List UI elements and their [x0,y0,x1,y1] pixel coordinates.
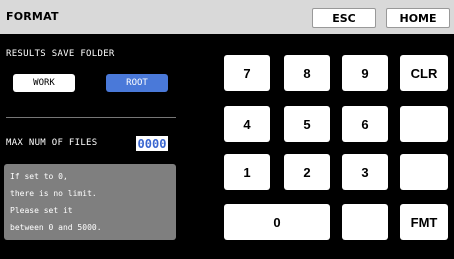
page-title: FORMAT [6,10,59,23]
blank-key[interactable] [342,204,388,240]
key-0[interactable]: 0 [224,204,330,240]
key-1[interactable]: 1 [224,154,270,190]
info-box: If set to 0, there is no limit. Please s… [4,164,176,240]
esc-button[interactable]: ESC [312,8,376,28]
divider [6,117,176,118]
info-line: between 0 and 5000. [10,223,102,232]
max-num-files-label: MAX NUM OF FILES [6,138,98,148]
info-line: there is no limit. [10,189,97,198]
info-line: If set to 0, [10,172,68,181]
results-save-folder-label: RESULTS SAVE FOLDER [6,49,115,59]
work-folder-button[interactable]: WORK [13,74,75,92]
key-3[interactable]: 3 [342,154,388,190]
max-num-files-field[interactable]: 0000 [136,136,168,151]
key-8[interactable]: 8 [284,55,330,91]
key-9[interactable]: 9 [342,55,388,91]
key-2[interactable]: 2 [284,154,330,190]
blank-key[interactable] [400,154,448,190]
info-line: Please set it [10,206,73,215]
key-4[interactable]: 4 [224,106,270,142]
header-bar: FORMAT ESC HOME [0,0,454,34]
key-5[interactable]: 5 [284,106,330,142]
blank-key[interactable] [400,106,448,142]
root-folder-button[interactable]: ROOT [106,74,168,92]
format-button[interactable]: FMT [400,204,448,240]
format-screen: FORMAT ESC HOME RESULTS SAVE FOLDER WORK… [0,0,454,259]
key-6[interactable]: 6 [342,106,388,142]
home-button[interactable]: HOME [386,8,450,28]
clear-button[interactable]: CLR [400,55,448,91]
key-7[interactable]: 7 [224,55,270,91]
